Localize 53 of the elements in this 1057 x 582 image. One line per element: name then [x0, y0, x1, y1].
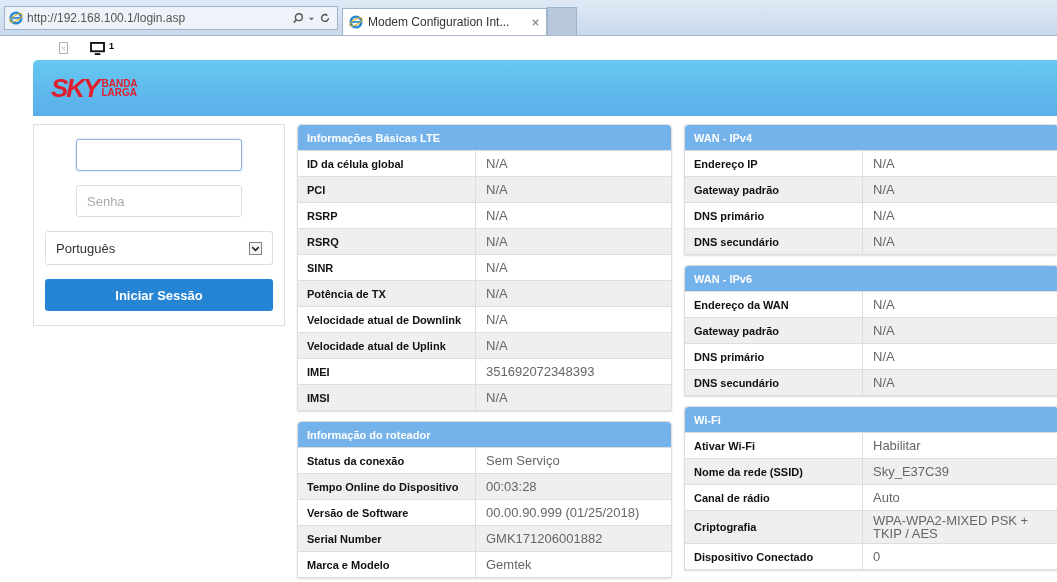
field-value: N/A [872, 296, 896, 314]
panel-title: WAN - IPv6 [685, 266, 1057, 291]
login-button[interactable]: Iniciar Sessão [45, 279, 273, 311]
field-value: N/A [485, 207, 509, 225]
field-value: N/A [485, 337, 509, 355]
field-value: N/A [485, 181, 509, 199]
field-label: DNS secundário [685, 229, 863, 254]
field-label: Dispositivo Conectado [685, 544, 863, 569]
close-icon[interactable] [531, 17, 540, 27]
field-value: N/A [872, 181, 896, 199]
field-value: N/A [872, 233, 896, 251]
monitor-count: 1 [109, 40, 114, 51]
browser-tab[interactable]: Modem Configuration Int... [342, 8, 547, 35]
field-value: N/A [485, 259, 509, 277]
panel-title: Informação do roteador [298, 422, 671, 447]
field-label: Marca e Modelo [298, 552, 476, 577]
field-value: N/A [485, 233, 509, 251]
field-value: 0 [872, 548, 882, 566]
field-value: N/A [872, 348, 896, 366]
browser-logo-icon [349, 15, 363, 29]
field-label: IMSI [298, 385, 476, 410]
field-value: N/A [485, 389, 509, 407]
field-value: N/A [872, 322, 896, 340]
field-value: 00.00.90.999 (01/25/2018) [485, 504, 641, 522]
refresh-icon[interactable] [319, 12, 331, 24]
password-field[interactable]: Senha [76, 185, 242, 217]
field-value: N/A [485, 285, 509, 303]
url-text: http://192.168.100.1/login.asp [27, 11, 187, 25]
field-value: 00:03:28 [485, 478, 538, 496]
field-value: N/A [485, 155, 509, 173]
field-value: Habilitar [872, 437, 922, 455]
username-field[interactable] [76, 139, 242, 171]
field-value: 351692072348393 [485, 363, 596, 381]
field-value: Gemtek [485, 556, 533, 574]
field-value: N/A [872, 155, 896, 173]
panel-title: Informações Básicas LTE [298, 125, 671, 150]
panel-title: Wi-Fi [685, 407, 1057, 432]
language-select[interactable]: Português [45, 231, 273, 265]
field-value: Sky_E37C39 [872, 463, 950, 481]
search-icon[interactable] [292, 12, 304, 24]
field-value: N/A [872, 207, 896, 225]
panel-title: WAN - IPv4 [685, 125, 1057, 150]
address-bar[interactable]: http://192.168.100.1/login.asp [4, 6, 338, 30]
field-value: Sem Serviço [485, 452, 561, 470]
field-value: N/A [485, 311, 509, 329]
field-value: Auto [872, 489, 901, 507]
field-label: DNS secundário [685, 370, 863, 395]
monitor-icon[interactable] [90, 41, 105, 55]
field-value: WPA-WPA2-MIXED PSK + TKIP / AES [872, 512, 1030, 543]
field-value: GMK171206001882 [485, 530, 604, 548]
dropdown-icon [249, 241, 262, 255]
browser-logo-icon [9, 11, 23, 25]
field-value: N/A [872, 374, 896, 392]
